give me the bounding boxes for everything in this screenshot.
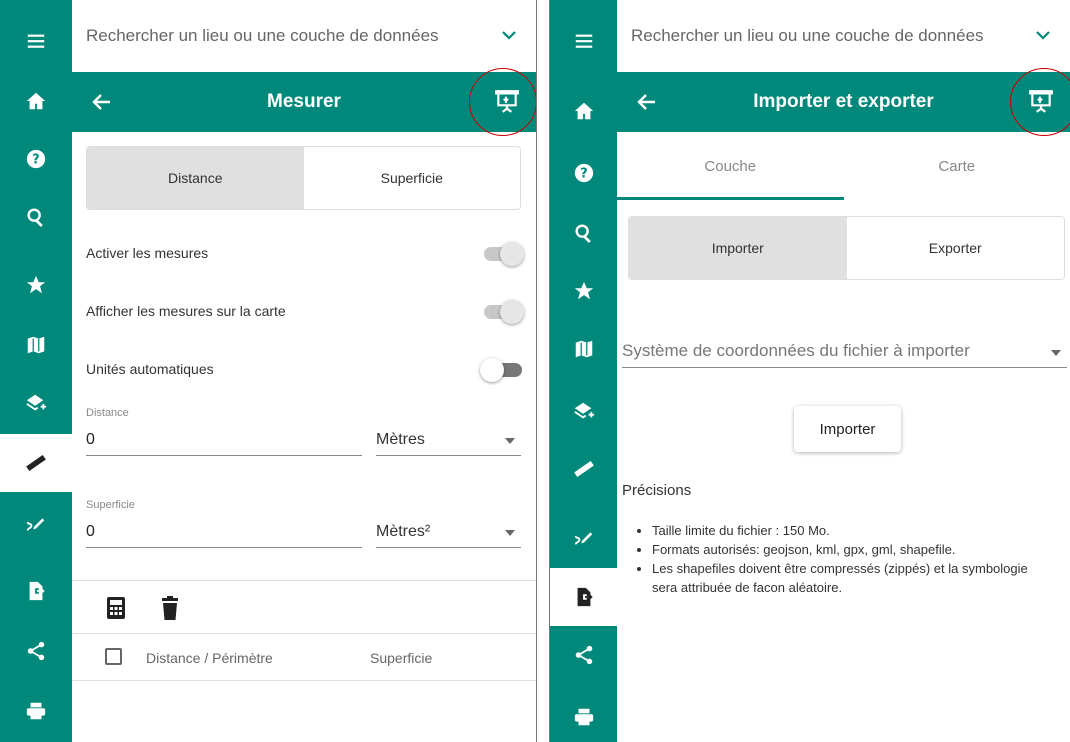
details-heading: Précisions bbox=[622, 482, 692, 499]
map-icon[interactable] bbox=[0, 316, 72, 374]
toggle-label-auto-units: Unités automatiques bbox=[86, 361, 214, 377]
chevron-down-icon[interactable] bbox=[500, 26, 518, 44]
help-icon[interactable]: ? bbox=[550, 144, 617, 202]
draw-icon[interactable] bbox=[0, 494, 72, 552]
print-icon[interactable] bbox=[550, 688, 617, 742]
column-header-distance: Distance / Périmètre bbox=[146, 650, 273, 666]
ruler-icon[interactable] bbox=[550, 440, 617, 498]
draw-icon[interactable] bbox=[550, 508, 617, 566]
highlight-ring bbox=[469, 68, 536, 136]
menu-icon[interactable] bbox=[550, 12, 617, 70]
panel-header: Mesurer bbox=[72, 72, 536, 132]
list-item: Les shapefiles doivent être compressés (… bbox=[652, 559, 1054, 597]
distance-caption: Distance bbox=[86, 407, 129, 419]
back-arrow-icon[interactable] bbox=[90, 90, 114, 114]
list-item: Formats autorisés: geojson, kml, gpx, gm… bbox=[652, 540, 1054, 559]
tab-couche[interactable]: Couche bbox=[617, 132, 844, 200]
back-arrow-icon[interactable] bbox=[635, 90, 659, 114]
tab-importer[interactable]: Importer bbox=[629, 217, 847, 279]
help-icon[interactable]: ? bbox=[0, 130, 72, 188]
type-tabs: Couche Carte bbox=[617, 132, 1070, 200]
star-icon[interactable] bbox=[550, 262, 617, 320]
share-icon[interactable] bbox=[0, 622, 72, 680]
toggle-label-show: Afficher les mesures sur la carte bbox=[86, 303, 286, 319]
sidebar: ? bbox=[550, 0, 617, 742]
import-export-icon[interactable] bbox=[0, 562, 72, 620]
home-icon[interactable] bbox=[0, 72, 72, 130]
chevron-down-icon[interactable] bbox=[1034, 26, 1052, 44]
divider bbox=[72, 580, 536, 581]
area-caption: Superficie bbox=[86, 499, 135, 511]
list-item: Taille limite du fichier : 150 Mo. bbox=[652, 521, 1054, 540]
distance-unit-value: Mètres bbox=[376, 431, 425, 448]
table-divider bbox=[72, 680, 536, 681]
add-layer-icon[interactable] bbox=[550, 382, 617, 440]
print-icon[interactable] bbox=[0, 682, 72, 740]
panel-title: Importer et exporter bbox=[753, 91, 934, 112]
panel-header: Importer et exporter bbox=[617, 72, 1070, 132]
area-input[interactable]: 0 bbox=[86, 516, 362, 548]
ruler-icon[interactable] bbox=[0, 434, 72, 492]
area-unit-value: Mètres² bbox=[376, 523, 431, 540]
dropdown-arrow-icon bbox=[505, 438, 515, 444]
distance-input[interactable]: 0 bbox=[86, 424, 362, 456]
dropdown-arrow-icon bbox=[505, 530, 515, 536]
highlight-ring bbox=[1010, 68, 1070, 136]
share-icon[interactable] bbox=[550, 626, 617, 684]
area-unit-select[interactable]: Mètres² bbox=[376, 516, 521, 548]
star-icon[interactable] bbox=[0, 256, 72, 314]
measure-mode-toggle: Distance Superficie bbox=[86, 146, 521, 210]
crs-select[interactable]: Système de coordonnées du fichier à impo… bbox=[622, 336, 1067, 368]
search-icon[interactable] bbox=[550, 204, 617, 262]
distance-unit-select[interactable]: Mètres bbox=[376, 424, 521, 456]
search-placeholder: Rechercher un lieu ou une couche de donn… bbox=[631, 26, 984, 45]
search-placeholder: Rechercher un lieu ou une couche de donn… bbox=[86, 26, 439, 45]
home-icon[interactable] bbox=[550, 82, 617, 140]
tab-distance[interactable]: Distance bbox=[87, 147, 304, 209]
dropdown-arrow-icon bbox=[1051, 350, 1061, 356]
search-icon[interactable] bbox=[0, 188, 72, 246]
toggle-label-enable: Activer les mesures bbox=[86, 245, 209, 261]
tab-exporter[interactable]: Exporter bbox=[846, 217, 1064, 279]
import-export-panel: ? Rechercher un lieu ou une couche de do… bbox=[549, 0, 1070, 742]
search-bar[interactable]: Rechercher un lieu ou une couche de donn… bbox=[72, 0, 536, 72]
trash-icon[interactable] bbox=[160, 596, 180, 620]
column-header-area: Superficie bbox=[370, 650, 433, 666]
svg-text:?: ? bbox=[580, 167, 587, 182]
map-icon[interactable] bbox=[550, 320, 617, 378]
import-export-toggle: Importer Exporter bbox=[628, 216, 1065, 280]
tab-superficie[interactable]: Superficie bbox=[303, 147, 520, 209]
import-export-icon[interactable] bbox=[550, 568, 617, 626]
crs-placeholder: Système de coordonnées du fichier à impo… bbox=[622, 341, 970, 360]
table-divider bbox=[72, 633, 536, 634]
calculator-icon[interactable] bbox=[106, 596, 126, 620]
svg-text:?: ? bbox=[32, 153, 39, 168]
import-button[interactable]: Importer bbox=[794, 406, 901, 452]
menu-icon[interactable] bbox=[0, 12, 72, 70]
toggle-show-on-map[interactable] bbox=[480, 300, 524, 324]
add-layer-icon[interactable] bbox=[0, 374, 72, 432]
tab-carte[interactable]: Carte bbox=[844, 132, 1070, 200]
toggle-enable-measures[interactable] bbox=[480, 242, 524, 266]
toggle-auto-units[interactable] bbox=[480, 358, 524, 382]
details-list: Taille limite du fichier : 150 Mo. Forma… bbox=[634, 521, 1054, 597]
search-bar[interactable]: Rechercher un lieu ou une couche de donn… bbox=[617, 0, 1070, 72]
measure-panel: ? Rechercher un lieu ou une couche de do… bbox=[0, 0, 537, 742]
sidebar: ? bbox=[0, 0, 72, 742]
panel-title: Mesurer bbox=[267, 91, 341, 112]
select-all-checkbox[interactable] bbox=[105, 648, 122, 665]
